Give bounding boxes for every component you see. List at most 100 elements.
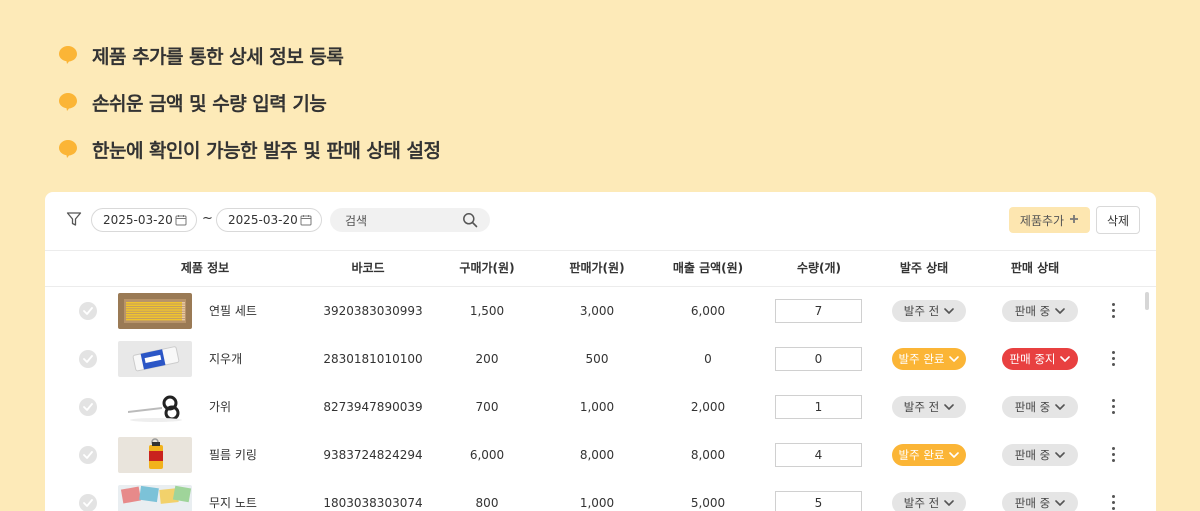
barcode-cell: 1803038303074 — [323, 496, 423, 510]
order-status-label: 발주 전 — [903, 400, 940, 414]
order-status-dropdown[interactable]: 발주 완료 — [892, 444, 966, 466]
table-header: 제품 정보 바코드 구매가(원) 판매가(원) 매출 금액(원) 수량(개) 발… — [45, 251, 1156, 286]
date-from-value: 2025-03-20 — [103, 213, 173, 227]
barcode-cell: 2830181010100 — [323, 352, 423, 366]
filter-icon[interactable] — [66, 211, 84, 229]
table-row[interactable]: 지우개 2830181010100 200 500 0 0 발주 완료 판매 중지 — [45, 335, 1156, 383]
row-select-checkbox[interactable] — [79, 446, 97, 464]
sale-status-dropdown[interactable]: 판매 중 — [1002, 492, 1078, 511]
sales-amount-cell: 6,000 — [690, 304, 726, 318]
more-options-icon[interactable] — [1112, 351, 1116, 367]
speech-bubble-icon — [58, 45, 78, 65]
col-sales-amount: 매출 금액(원) — [672, 261, 744, 275]
quantity-input[interactable]: 5 — [775, 491, 862, 511]
chevron-down-icon — [1060, 352, 1071, 366]
feature-text: 제품 추가를 통한 상세 정보 등록 — [92, 45, 344, 68]
speech-bubble-icon — [58, 92, 78, 112]
calendar-icon[interactable] — [175, 214, 187, 229]
search-placeholder: 검색 — [345, 213, 368, 228]
row-select-checkbox[interactable] — [79, 494, 97, 511]
feature-item: 제품 추가를 통한 상세 정보 등록 — [58, 40, 440, 70]
chevron-down-icon — [949, 352, 960, 366]
feature-item: 한눈에 확인이 가능한 발주 및 판매 상태 설정 — [58, 134, 441, 164]
scrollbar[interactable] — [1145, 292, 1149, 310]
calendar-icon[interactable] — [300, 214, 312, 229]
table-row[interactable]: 필름 키링 9383724824294 6,000 8,000 8,000 4 발주 완료 판… — [45, 431, 1156, 479]
sell-price-cell: 3,000 — [579, 304, 615, 318]
chevron-down-icon — [944, 496, 955, 510]
date-to-field[interactable]: 2025-03-20 — [216, 208, 322, 232]
feature-item: 손쉬운 금액 및 수량 입력 기능 — [58, 87, 440, 117]
chevron-down-icon — [1055, 448, 1066, 462]
feature-list: 제품 추가를 통한 상세 정보 등록 손쉬운 금액 및 수량 입력 기능 한눈에… — [58, 40, 441, 181]
order-status-label: 발주 전 — [903, 496, 940, 510]
sales-amount-cell: 2,000 — [690, 400, 726, 414]
row-select-checkbox[interactable] — [79, 350, 97, 368]
order-status-dropdown[interactable]: 발주 전 — [892, 396, 966, 418]
row-select-checkbox[interactable] — [79, 398, 97, 416]
table-row[interactable]: 가위 8273947890039 700 1,000 2,000 1 발주 전 판매 중 — [45, 383, 1156, 431]
order-status-dropdown[interactable]: 발주 전 — [892, 300, 966, 322]
date-from-field[interactable]: 2025-03-20 — [91, 208, 197, 232]
sell-price-cell: 8,000 — [579, 448, 615, 462]
scissors-thumbnail — [118, 389, 192, 425]
order-status-dropdown[interactable]: 발주 전 — [892, 492, 966, 511]
sale-status-label: 판매 중 — [1014, 448, 1051, 462]
more-options-icon[interactable] — [1112, 399, 1116, 415]
add-product-label: 제품추가 — [1019, 213, 1065, 228]
quantity-input[interactable]: 1 — [775, 395, 862, 419]
film-keyring-thumbnail — [118, 437, 192, 473]
order-status-dropdown[interactable]: 발주 완료 — [892, 348, 966, 370]
buy-price-cell: 700 — [475, 400, 499, 414]
col-sell-price: 판매가(원) — [569, 261, 625, 275]
col-product: 제품 정보 — [180, 261, 230, 275]
feature-text: 한눈에 확인이 가능한 발주 및 판매 상태 설정 — [92, 139, 441, 162]
add-product-button[interactable]: 제품추가 — [1009, 207, 1090, 233]
col-quantity: 수량(개) — [796, 261, 842, 275]
row-select-checkbox[interactable] — [79, 302, 97, 320]
sell-price-cell: 1,000 — [579, 496, 615, 510]
sales-amount-cell: 5,000 — [690, 496, 726, 510]
quantity-input[interactable]: 7 — [775, 299, 862, 323]
more-options-icon[interactable] — [1112, 303, 1116, 319]
barcode-cell: 9383724824294 — [323, 448, 423, 462]
order-status-label: 발주 완료 — [898, 352, 945, 366]
order-status-label: 발주 완료 — [898, 448, 945, 462]
barcode-cell: 8273947890039 — [323, 400, 423, 414]
product-name: 가위 — [209, 400, 232, 414]
chevron-down-icon — [949, 448, 960, 462]
product-name: 연필 세트 — [209, 304, 257, 318]
col-order-status: 발주 상태 — [899, 261, 949, 275]
more-options-icon[interactable] — [1112, 447, 1116, 463]
buy-price-cell: 800 — [475, 496, 499, 510]
product-name: 지우개 — [209, 352, 243, 366]
sale-status-dropdown[interactable]: 판매 중지 — [1002, 348, 1078, 370]
sell-price-cell: 1,000 — [579, 400, 615, 414]
search-icon[interactable] — [462, 212, 478, 231]
sales-amount-cell: 8,000 — [690, 448, 726, 462]
sales-amount-cell: 0 — [704, 352, 712, 366]
product-table-panel: 2025-03-20 ~ 2025-03-20 검색 제품추가 삭제 제품 정보… — [45, 192, 1156, 511]
quantity-input[interactable]: 0 — [775, 347, 862, 371]
sale-status-label: 판매 중지 — [1009, 352, 1056, 366]
search-input[interactable]: 검색 — [330, 208, 490, 232]
toolbar: 2025-03-20 ~ 2025-03-20 검색 제품추가 삭제 — [45, 192, 1156, 250]
sale-status-label: 판매 중 — [1014, 304, 1051, 318]
sale-status-dropdown[interactable]: 판매 중 — [1002, 444, 1078, 466]
sell-price-cell: 500 — [585, 352, 609, 366]
table-row[interactable]: 연필 세트 3920383030993 1,500 3,000 6,000 7 발주 전 판매… — [45, 287, 1156, 335]
table-row[interactable]: 무지 노트 1803038303074 800 1,000 5,000 5 발주 전 판매 중 — [45, 479, 1156, 511]
buy-price-cell: 6,000 — [469, 448, 505, 462]
chevron-down-icon — [944, 400, 955, 414]
sale-status-dropdown[interactable]: 판매 중 — [1002, 300, 1078, 322]
chevron-down-icon — [1055, 496, 1066, 510]
feature-text: 손쉬운 금액 및 수량 입력 기능 — [92, 92, 327, 115]
quantity-input[interactable]: 4 — [775, 443, 862, 467]
buy-price-cell: 200 — [475, 352, 499, 366]
more-options-icon[interactable] — [1112, 495, 1116, 511]
sale-status-label: 판매 중 — [1014, 400, 1051, 414]
sale-status-label: 판매 중 — [1014, 496, 1051, 510]
sale-status-dropdown[interactable]: 판매 중 — [1002, 396, 1078, 418]
buy-price-cell: 1,500 — [469, 304, 505, 318]
delete-button[interactable]: 삭제 — [1096, 206, 1140, 234]
